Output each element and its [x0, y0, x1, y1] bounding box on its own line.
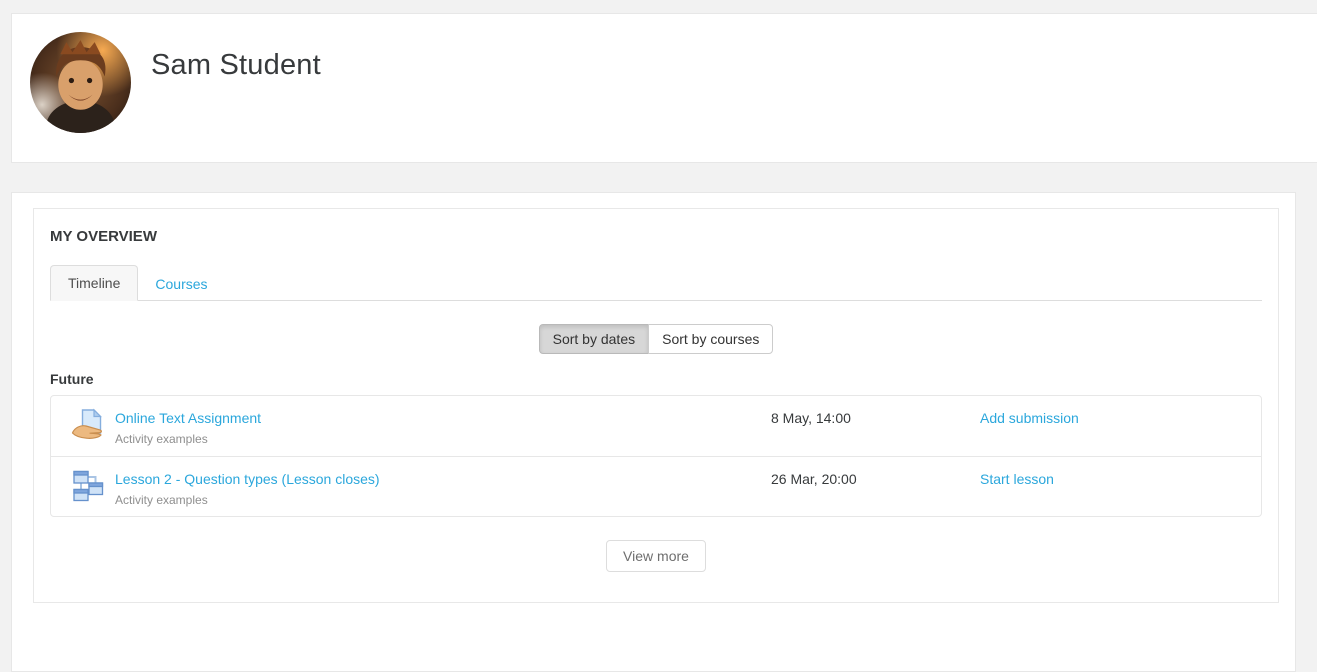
page-title: Sam Student — [151, 49, 321, 82]
tab-timeline[interactable]: Timeline — [50, 265, 138, 301]
event-main: Lesson 2 - Question types (Lesson closes… — [115, 471, 771, 507]
my-overview-block: MY OVERVIEW Timeline Courses Sort by dat… — [33, 208, 1279, 603]
user-photo-icon — [30, 32, 131, 133]
tabbar: Timeline Courses — [50, 265, 1262, 301]
event-link-online-text-assignment[interactable]: Online Text Assignment — [115, 410, 261, 426]
avatar — [30, 32, 131, 133]
event-course-name: Activity examples — [115, 432, 771, 446]
timeline-event-row: Lesson 2 - Question types (Lesson closes… — [51, 456, 1261, 516]
view-more-row: View more — [50, 540, 1262, 572]
start-lesson-link[interactable]: Start lesson — [980, 471, 1054, 487]
overview-card: MY OVERVIEW Timeline Courses Sort by dat… — [11, 192, 1296, 672]
assignment-icon — [69, 406, 105, 442]
section-heading-future: Future — [50, 371, 1262, 387]
event-action-cell: Start lesson — [980, 471, 1261, 489]
event-action-cell: Add submission — [980, 410, 1261, 428]
sort-by-courses-button[interactable]: Sort by courses — [648, 324, 773, 354]
timeline-event-row: Online Text Assignment Activity examples… — [51, 396, 1261, 456]
sort-button-group: Sort by dates Sort by courses — [539, 324, 774, 354]
sort-row: Sort by dates Sort by courses — [50, 324, 1262, 354]
timeline-event-list: Online Text Assignment Activity examples… — [50, 395, 1262, 517]
lesson-icon — [69, 467, 105, 503]
event-main: Online Text Assignment Activity examples — [115, 410, 771, 446]
tab-courses[interactable]: Courses — [138, 267, 224, 301]
add-submission-link[interactable]: Add submission — [980, 410, 1079, 426]
profile-header-card: Sam Student — [11, 13, 1317, 163]
event-course-name: Activity examples — [115, 493, 771, 507]
view-more-button[interactable]: View more — [606, 540, 706, 572]
sort-by-dates-button[interactable]: Sort by dates — [539, 324, 650, 354]
event-due-date: 8 May, 14:00 — [771, 410, 980, 426]
event-link-lesson-2[interactable]: Lesson 2 - Question types (Lesson closes… — [115, 471, 380, 487]
block-title: MY OVERVIEW — [50, 228, 1262, 245]
event-due-date: 26 Mar, 20:00 — [771, 471, 980, 487]
